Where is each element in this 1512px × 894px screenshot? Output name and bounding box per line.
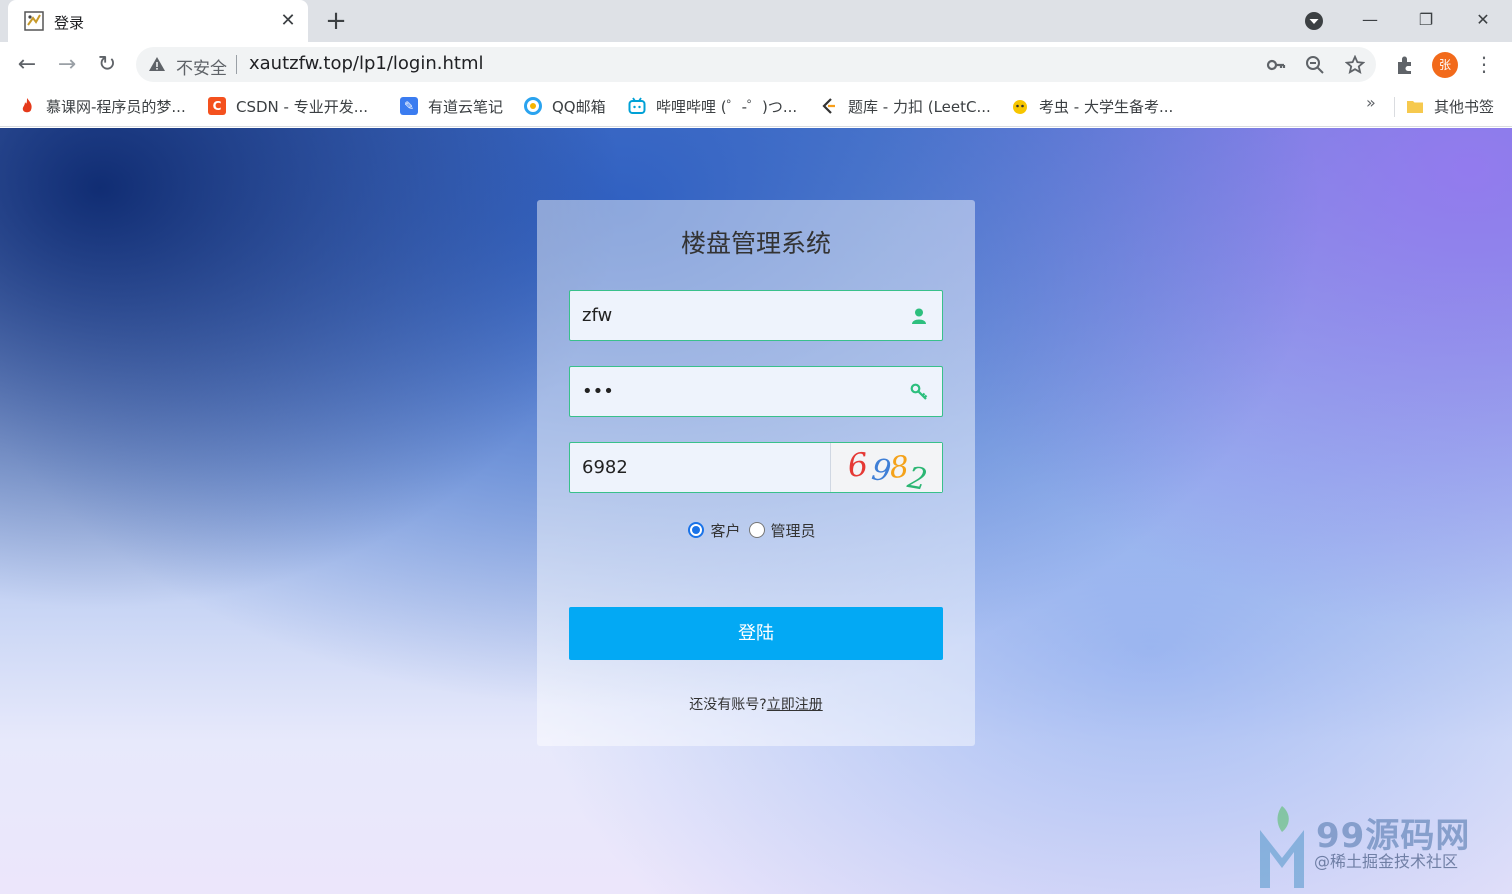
reload-button[interactable]: ↻ — [94, 52, 120, 78]
role-customer-label[interactable]: 客户 — [710, 520, 740, 541]
browser-toolbar: ← → ↻ 不安全 xautzfw.top/lp1/login.html 张 ⋮ — [0, 42, 1512, 87]
csdn-icon: C — [208, 97, 226, 115]
tab-strip: 登录 ✕ + — ❐ ✕ — [0, 0, 1512, 42]
role-admin-radio[interactable] — [748, 522, 765, 538]
bookmarks-overflow-button[interactable]: » — [1366, 93, 1376, 112]
restore-button[interactable]: ❐ — [1412, 6, 1440, 34]
new-tab-button[interactable]: + — [322, 7, 350, 35]
bookmark-item-leetcode[interactable]: 题库 - 力扣 (LeetC... — [820, 95, 991, 117]
folder-icon — [1407, 101, 1423, 113]
page-background: 楼盘管理系统 6982 客户 管理员 登陆 — [0, 128, 1512, 894]
bookmark-label: 其他书签 — [1434, 97, 1495, 116]
register-row: 还没有账号?立即注册 — [537, 694, 975, 714]
kaochong-icon — [1013, 100, 1027, 114]
captcha-digit: 6 — [846, 447, 870, 485]
insecure-label[interactable]: 不安全 — [176, 54, 227, 79]
bookmark-label: 有道云笔记 — [428, 97, 504, 116]
bookmark-item-imooc[interactable]: 慕课网-程序员的梦... — [18, 95, 186, 117]
bilibili-icon — [628, 97, 646, 114]
role-selector: 客户 管理员 — [537, 519, 975, 541]
watermark-logo-icon — [1260, 806, 1304, 888]
page-title: 楼盘管理系统 — [680, 229, 831, 258]
user-icon — [912, 308, 926, 324]
watermark: 99源码网 @稀土掘金技术社区 — [1254, 800, 1504, 894]
tab-title: 登录 — [54, 14, 85, 32]
captcha-field[interactable]: 6982 — [569, 442, 943, 493]
site-favicon-icon — [24, 11, 44, 31]
role-admin-label[interactable]: 管理员 — [771, 520, 816, 541]
profile-avatar[interactable]: 张 — [1432, 52, 1458, 78]
login-button[interactable]: 登陆 — [569, 607, 943, 660]
bookmark-label: 题库 - 力扣 (LeetC... — [848, 97, 991, 116]
bookmarks-bar: 慕课网-程序员的梦... C CSDN - 专业开发... ✎ 有道云笔记 QQ… — [0, 87, 1512, 127]
url-text[interactable]: xautzfw.top/lp1/login.html — [249, 53, 483, 74]
bookmark-folder-other[interactable]: 其他书签 — [1406, 95, 1494, 117]
tab-search-icon[interactable] — [1303, 10, 1325, 32]
key-icon[interactable] — [1266, 55, 1286, 75]
captcha-input[interactable] — [570, 443, 829, 492]
tab-login[interactable]: 登录 ✕ — [8, 0, 308, 42]
window-close-button[interactable]: ✕ — [1469, 6, 1497, 34]
key-icon — [910, 383, 928, 400]
password-field[interactable] — [569, 366, 943, 417]
address-bar[interactable]: 不安全 xautzfw.top/lp1/login.html — [136, 47, 1376, 82]
bookmark-item-youdao[interactable]: ✎ 有道云笔记 — [400, 95, 503, 117]
minimize-button[interactable]: — — [1356, 6, 1384, 34]
register-prompt: 还没有账号? — [689, 697, 767, 713]
bookmark-item-qqmail[interactable]: QQ邮箱 — [524, 95, 606, 117]
watermark-subtext: @稀土掘金技术社区 — [1314, 852, 1459, 871]
note-icon: ✎ — [400, 97, 418, 115]
bookmarks-divider — [1394, 97, 1395, 117]
extensions-icon[interactable] — [1394, 54, 1416, 76]
forward-button[interactable]: → — [54, 52, 80, 78]
password-input[interactable] — [570, 367, 942, 416]
mail-icon — [524, 97, 542, 115]
leetcode-icon — [822, 98, 835, 114]
register-link[interactable]: 立即注册 — [767, 697, 823, 713]
bookmark-label: 慕课网-程序员的梦... — [46, 97, 186, 116]
bookmark-item-kaochong[interactable]: 考虫 - 大学生备考... — [1011, 95, 1173, 117]
bookmark-star-icon[interactable] — [1345, 55, 1365, 75]
zoom-icon[interactable] — [1305, 55, 1325, 75]
username-field[interactable] — [569, 290, 943, 341]
login-card: 楼盘管理系统 6982 客户 管理员 登陆 — [537, 200, 975, 746]
bookmark-label: 考虫 - 大学生备考... — [1039, 97, 1174, 116]
bookmark-label: CSDN - 专业开发... — [236, 97, 369, 116]
username-input[interactable] — [570, 291, 942, 340]
bookmark-label: 哔哩哔哩 (゜-゜)つ... — [656, 97, 798, 116]
back-button[interactable]: ← — [14, 52, 40, 78]
flame-icon — [22, 98, 32, 113]
bookmark-item-csdn[interactable]: C CSDN - 专业开发... — [208, 95, 368, 117]
captcha-image[interactable]: 6 982 — [830, 443, 942, 492]
bookmark-item-bilibili[interactable]: 哔哩哔哩 (゜-゜)つ... — [628, 95, 797, 117]
warning-icon[interactable] — [148, 55, 166, 73]
browser-menu-icon[interactable]: ⋮ — [1474, 51, 1494, 77]
role-customer-radio[interactable] — [688, 522, 705, 538]
bookmark-label: QQ邮箱 — [552, 97, 606, 116]
omnibox-divider — [236, 55, 237, 74]
tab-close-icon[interactable]: ✕ — [276, 9, 300, 33]
